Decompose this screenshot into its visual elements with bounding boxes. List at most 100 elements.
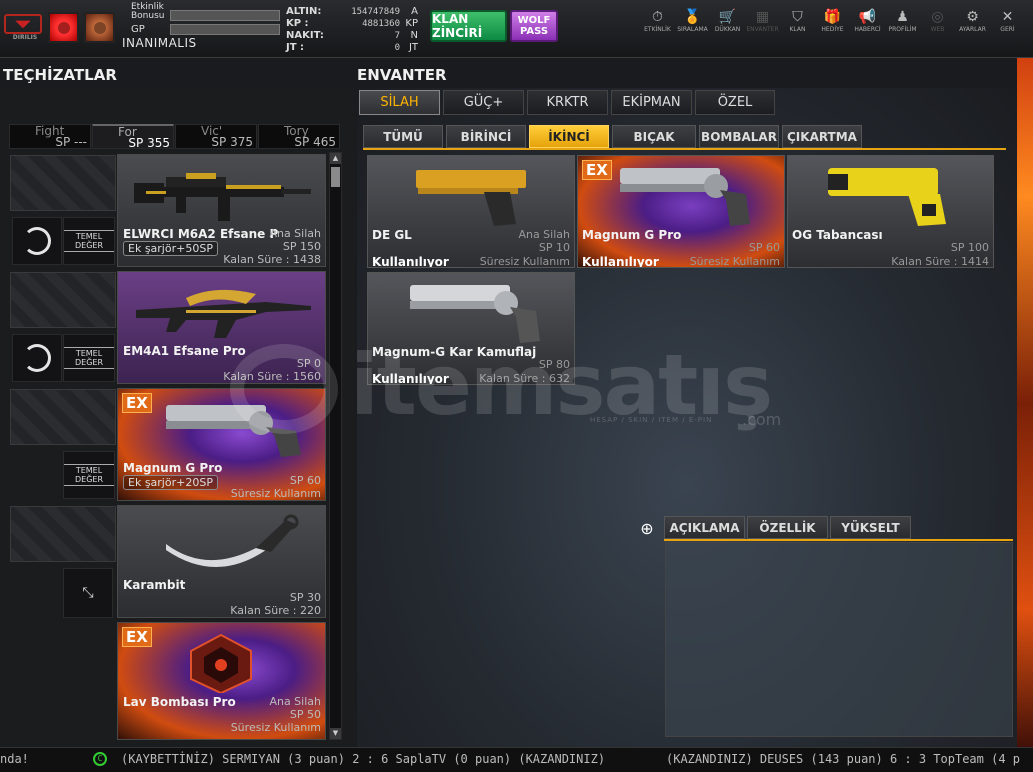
revolver-icon <box>410 285 540 343</box>
detail-tabs: AÇIKLAMA ÖZELLİK YÜKSELT <box>664 516 913 539</box>
nav-label: DÜKKAN <box>714 26 741 33</box>
subtab-grenades[interactable]: BOMBALAR <box>699 125 779 148</box>
nav-close[interactable]: ✕ GERİ <box>990 8 1025 33</box>
tab-character[interactable]: KRKTR <box>527 90 608 115</box>
gear-icon: ⚙ <box>966 9 979 25</box>
magazine-icon[interactable] <box>12 217 62 265</box>
revolver-icon <box>620 168 750 226</box>
scroll-thumb[interactable] <box>331 167 340 187</box>
weapon-sub-tabs: TÜMÜ BİRİNCİ İKİNCİ BIÇAK BOMBALAR ÇIKAR… <box>363 125 865 148</box>
nav-profile[interactable]: ♟ PROFİLİM <box>885 8 920 33</box>
medal-icon: 🏅 <box>683 9 702 25</box>
tab-description[interactable]: AÇIKLAMA <box>664 516 745 539</box>
equipped-secondary-rifle[interactable]: EM4A1 Efsane Pro SP 0 Kalan Süre : 1560 <box>117 271 326 384</box>
base-value-button[interactable]: TEMEL DEĞER <box>63 451 115 499</box>
subtab-secondary[interactable]: İKİNCİ <box>529 125 609 148</box>
rifle-icon <box>136 289 311 338</box>
equipment-scrollbar[interactable]: ▲ ▼ <box>329 152 342 740</box>
nav-gift[interactable]: 🎁 HEDİYE <box>815 8 850 33</box>
class-tabs: Fight SP --- For SP 355 Vic' SP 375 Tory SP … <box>9 124 341 149</box>
gp-bar <box>170 24 280 35</box>
class-tab-fight[interactable]: Fight SP --- <box>9 124 91 149</box>
inventory-item[interactable]: Magnum-G Kar Kamuflaj SP 80 Kullanılıyor… <box>367 272 575 385</box>
karambit-icon <box>166 514 299 567</box>
equipped-grenade[interactable]: EX Lav Bombası Pro Ana Silah SP 50 Süres… <box>117 622 326 740</box>
base-value-button[interactable]: TEMEL DEĞER <box>63 334 115 382</box>
clan-icon: C <box>93 752 107 766</box>
background-art <box>1017 58 1033 748</box>
detail-panel <box>665 542 1013 737</box>
inventory-icon: ▦ <box>755 9 770 25</box>
nav-globe[interactable]: ◎ WEB <box>920 8 955 33</box>
inventory-item[interactable]: EX Magnum G Pro SP 60 Kullanılıyor Süres… <box>577 155 785 268</box>
rifle-icon <box>134 173 311 221</box>
attachment-slot[interactable] <box>10 155 116 211</box>
globe-icon: ◎ <box>931 9 944 25</box>
tab-properties[interactable]: ÖZELLİK <box>747 516 828 539</box>
close-icon: ✕ <box>1001 9 1014 25</box>
subtab-all[interactable]: TÜMÜ <box>363 125 443 148</box>
nav-stopwatch[interactable]: ⏱ ETKİNLİK <box>640 8 675 33</box>
equipped-knife[interactable]: Karambit SP 30 Kalan Süre : 220 <box>117 505 326 618</box>
tab-special[interactable]: ÖZEL <box>695 90 775 115</box>
attachment-slot[interactable] <box>10 506 116 562</box>
class-tab-vic[interactable]: Vic' SP 375 <box>175 124 257 149</box>
equipment-title: TEÇHİZATLAR <box>3 66 117 84</box>
tab-underline <box>363 148 1006 150</box>
nav-label: AYARLAR <box>959 26 986 33</box>
attachment-slot[interactable] <box>10 272 116 328</box>
nav-megaphone[interactable]: 📢 HABERCİ <box>850 8 885 33</box>
clan-chain-button[interactable]: KLAN ZİNCİRİ <box>430 10 507 42</box>
attachment-slot[interactable] <box>10 389 116 445</box>
zoom-icon[interactable]: ⊕ <box>637 519 657 539</box>
tab-weapon[interactable]: SİLAH <box>359 90 440 115</box>
pistol-icon <box>416 170 526 226</box>
nav-label: PROFİLİM <box>888 26 917 33</box>
expand-icon[interactable]: ⤡ <box>63 568 113 618</box>
subtab-remove[interactable]: ÇIKARTMA <box>782 125 862 148</box>
nav-label: ETKİNLİK <box>644 26 671 33</box>
nav-label: HEDİYE <box>821 26 844 33</box>
main-nav: ⏱ ETKİNLİK 🏅 SIRALAMA 🛒 DÜKKAN ▦ ENVANTER ⛉ KLAN 🎁… <box>640 8 1025 33</box>
event-bonus-label: Etkinlik Bonusu <box>131 2 165 21</box>
nav-label: GERİ <box>1000 26 1015 33</box>
nav-gear[interactable]: ⚙ AYARLAR <box>955 8 990 33</box>
inventory-main-tabs: SİLAH GÜÇ+ KRKTR EKİPMAN ÖZEL <box>359 90 778 115</box>
top-bar: ◥◤ DIRILIS Etkinlik Bonusu GP INANIMALIS… <box>0 0 1033 58</box>
megaphone-icon: 📢 <box>858 9 877 25</box>
profile-icon: ♟ <box>896 9 909 25</box>
scroll-down-icon[interactable]: ▼ <box>330 728 341 739</box>
tab-power[interactable]: GÜÇ+ <box>443 90 524 115</box>
nav-shield[interactable]: ⛉ KLAN <box>780 8 815 33</box>
shield-icon: ⛉ <box>792 9 803 25</box>
inventory-item[interactable]: OG Tabancası SP 100 Kalan Süre : 1414 <box>787 155 994 268</box>
class-tab-tory[interactable]: Tory SP 465 <box>258 124 340 149</box>
wolf-pass-button[interactable]: WOLF PASS <box>510 10 558 42</box>
game-logo: ◥◤ DIRILIS <box>4 14 46 42</box>
event-bonus-bar <box>170 10 280 21</box>
class-tab-for[interactable]: For SP 355 <box>92 124 174 149</box>
revolver-icon <box>166 405 301 457</box>
detail-underline <box>664 539 1013 541</box>
nav-inventory[interactable]: ▦ ENVANTER <box>745 8 780 33</box>
nav-label: SIRALAMA <box>677 26 708 33</box>
inventory-item[interactable]: DE GL Ana Silah SP 10 Kullanılıyor Süres… <box>367 155 575 268</box>
nav-cart[interactable]: 🛒 DÜKKAN <box>710 8 745 33</box>
gift-icon: 🎁 <box>823 9 842 25</box>
tab-equipment[interactable]: EKİPMAN <box>611 90 692 115</box>
equipped-primary[interactable]: ELWRCI M6A2 Efsane P Ana Silah SP 150 Ek… <box>117 154 326 267</box>
base-value-button[interactable]: TEMEL DEĞER <box>63 217 115 265</box>
username: INANIMALIS <box>122 36 197 50</box>
equipped-pistol[interactable]: EX Magnum G Pro SP 60 Ek şarjör+20SP Sür… <box>117 388 326 501</box>
scroll-up-icon[interactable]: ▲ <box>330 153 341 164</box>
avatar[interactable] <box>48 12 79 43</box>
subtab-knife[interactable]: BIÇAK <box>612 125 696 148</box>
cart-icon: 🛒 <box>718 9 737 25</box>
rank-badge[interactable] <box>84 12 115 43</box>
gp-label: GP <box>131 24 145 35</box>
tab-upgrade[interactable]: YÜKSELT <box>830 516 911 539</box>
magazine-icon[interactable] <box>12 334 62 382</box>
taser-icon <box>828 168 946 226</box>
nav-medal[interactable]: 🏅 SIRALAMA <box>675 8 710 33</box>
subtab-primary[interactable]: BİRİNCİ <box>446 125 526 148</box>
